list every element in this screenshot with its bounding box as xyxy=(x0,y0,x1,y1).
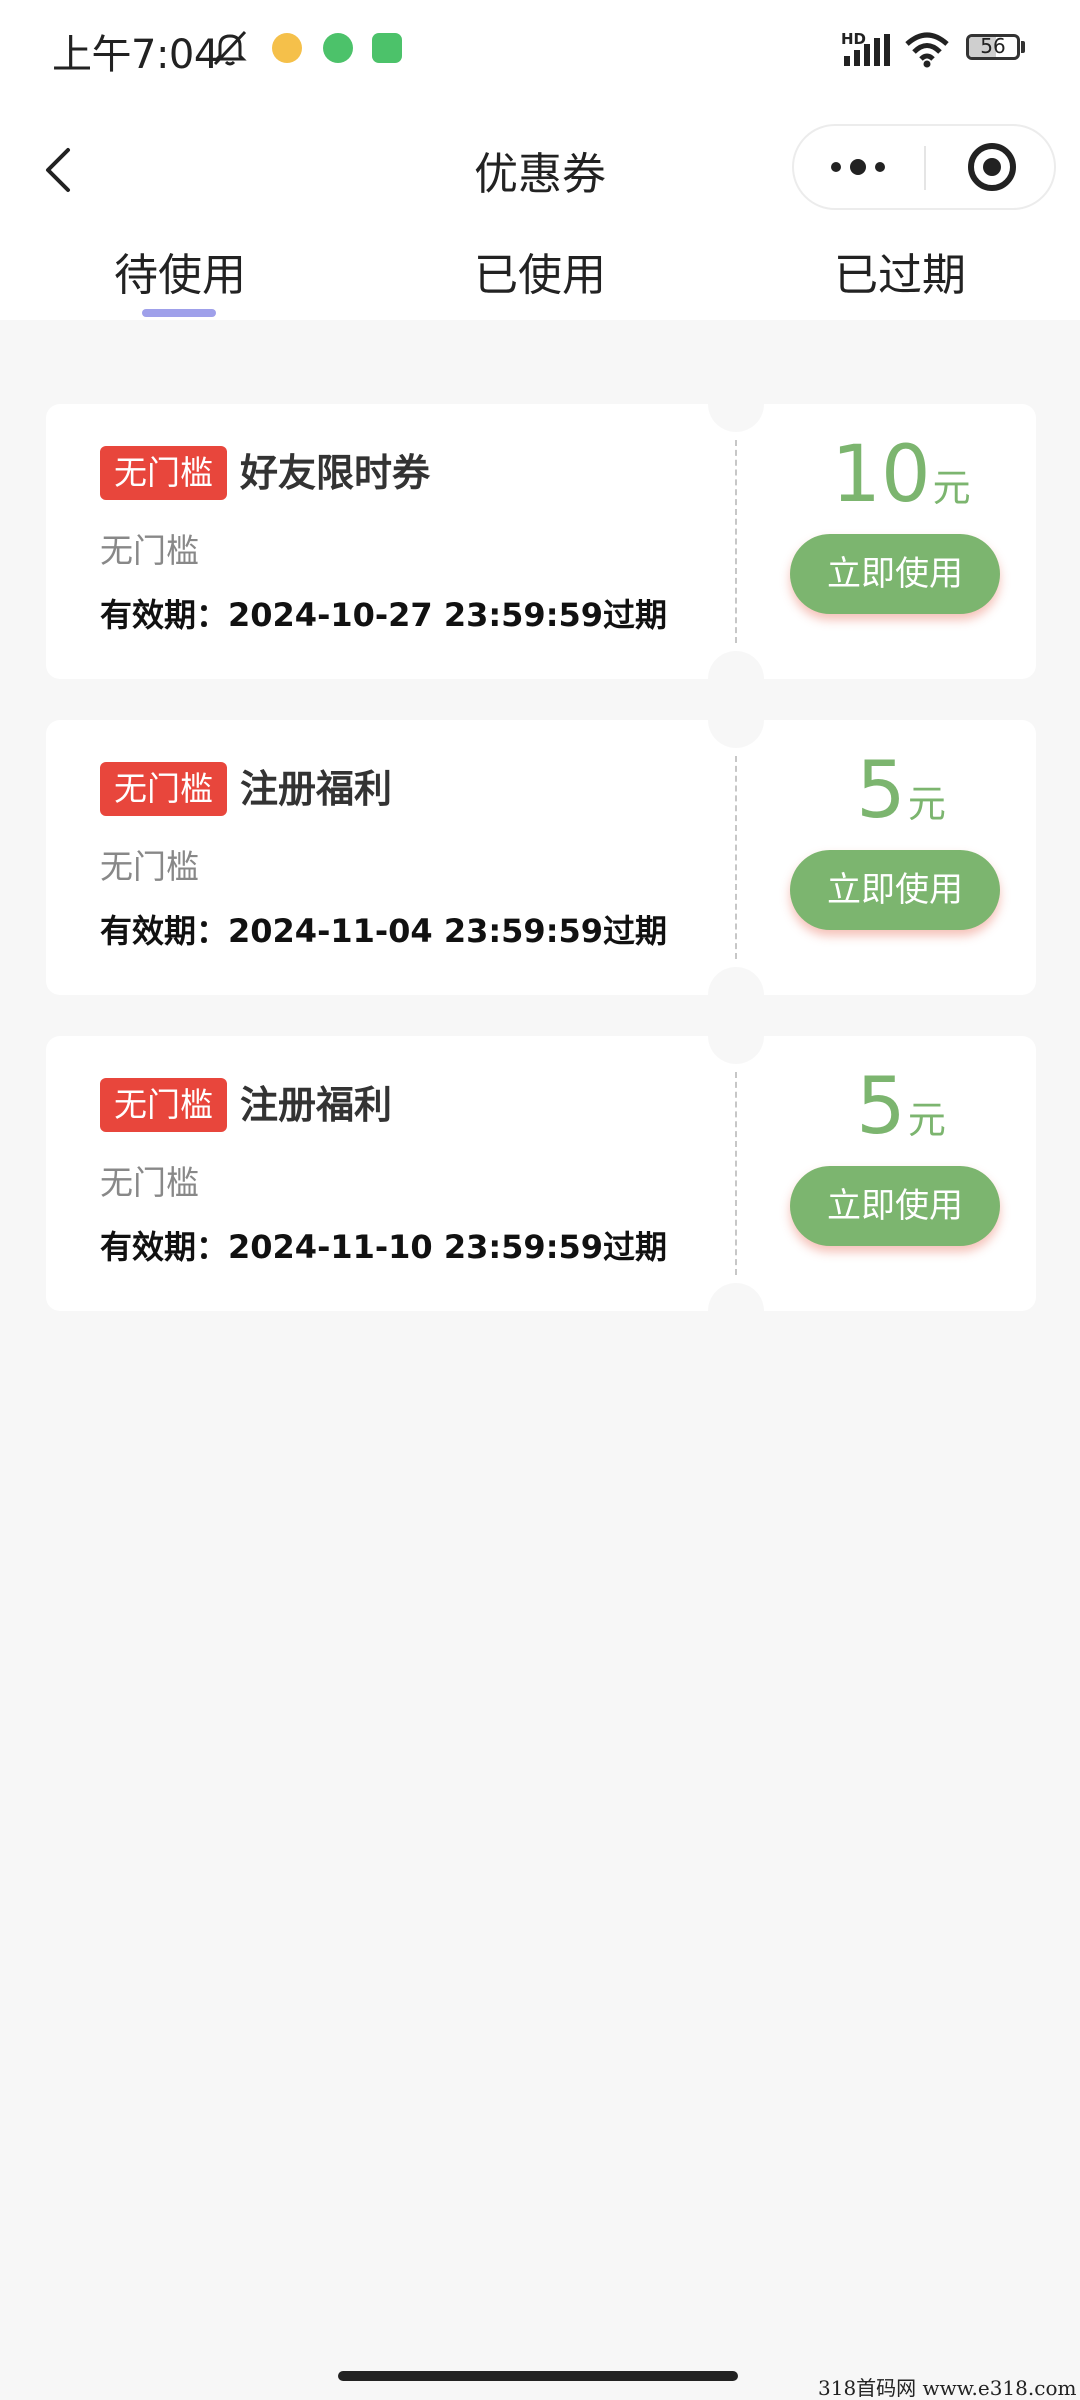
card-divider xyxy=(735,756,737,959)
battery-cap xyxy=(1021,41,1025,53)
coupon-condition: 无门槛 xyxy=(100,531,199,570)
use-now-button[interactable]: 立即使用 xyxy=(790,850,1000,930)
nav-bar: 优惠券 xyxy=(0,100,1080,235)
amount-value: 10 xyxy=(831,430,931,520)
tab-used[interactable]: 已使用 xyxy=(360,235,720,320)
coupon-card: 无门槛 注册福利 无门槛 有效期：2024-11-04 23:59:59过期 5… xyxy=(46,720,1036,995)
tab-active-indicator xyxy=(142,309,216,317)
coupon-tag: 无门槛 xyxy=(100,446,227,500)
status-time: 上午7:04 xyxy=(52,32,219,78)
tab-label: 已使用 xyxy=(474,250,606,301)
amount-unit: 元 xyxy=(907,1098,946,1142)
more-button[interactable] xyxy=(794,126,924,208)
coupon-expiry: 有效期：2024-10-27 23:59:59过期 xyxy=(100,596,668,634)
coupon-name: 注册福利 xyxy=(240,1083,393,1127)
coupon-name: 好友限时券 xyxy=(240,451,431,495)
use-now-button[interactable]: 立即使用 xyxy=(790,1166,1000,1246)
card-notch xyxy=(708,404,764,432)
card-notch xyxy=(708,720,764,748)
card-notch xyxy=(708,967,764,995)
notification-android-icon xyxy=(372,33,402,63)
home-indicator[interactable] xyxy=(338,2371,738,2381)
app-screen: 上午7:04 HD 56 优惠券 待使用 已使用 已过期 无门槛 好友限时券 无… xyxy=(0,0,1080,2400)
coupon-expiry: 有效期：2024-11-10 23:59:59过期 xyxy=(100,1228,668,1266)
coupon-condition: 无门槛 xyxy=(100,1163,199,1202)
battery-level: 56 xyxy=(980,34,1006,58)
card-notch xyxy=(708,1036,764,1064)
signal-icon xyxy=(844,34,890,66)
card-divider xyxy=(735,440,737,643)
card-divider xyxy=(735,1072,737,1275)
card-notch xyxy=(708,1283,764,1311)
coupon-expiry: 有效期：2024-11-04 23:59:59过期 xyxy=(100,912,668,950)
amount-value: 5 xyxy=(856,1062,906,1152)
amount-unit: 元 xyxy=(907,782,946,826)
coupon-tag: 无门槛 xyxy=(100,762,227,816)
close-mini-program-button[interactable] xyxy=(926,126,1056,208)
bell-mute-icon xyxy=(213,30,247,66)
coupon-amount: 5元 xyxy=(766,1064,1036,1150)
coupon-tabs: 待使用 已使用 已过期 xyxy=(0,235,1080,320)
tab-label: 待使用 xyxy=(114,250,246,301)
coupon-amount: 10元 xyxy=(766,432,1036,518)
coupon-condition: 无门槛 xyxy=(100,847,199,886)
coupon-tag: 无门槛 xyxy=(100,1078,227,1132)
coupon-name: 注册福利 xyxy=(240,767,393,811)
notification-chat-icon xyxy=(323,33,353,63)
more-dots-icon xyxy=(831,159,885,175)
status-bar: 上午7:04 HD 56 xyxy=(0,0,1080,100)
amount-value: 5 xyxy=(856,746,906,836)
target-circle-icon xyxy=(968,143,1016,191)
card-notch xyxy=(708,651,764,679)
coupon-amount: 5元 xyxy=(766,748,1036,834)
tab-pending[interactable]: 待使用 xyxy=(0,235,360,320)
tab-label: 已过期 xyxy=(834,250,966,301)
amount-unit: 元 xyxy=(932,466,971,510)
tab-expired[interactable]: 已过期 xyxy=(720,235,1080,320)
mini-program-capsule xyxy=(792,124,1056,210)
wifi-icon xyxy=(905,32,949,68)
watermark: 318首码网 www.e318.com xyxy=(818,2376,1077,2400)
coupon-card: 无门槛 注册福利 无门槛 有效期：2024-11-10 23:59:59过期 5… xyxy=(46,1036,1036,1311)
coupon-card: 无门槛 好友限时券 无门槛 有效期：2024-10-27 23:59:59过期 … xyxy=(46,404,1036,679)
notification-app-icon xyxy=(272,33,302,63)
use-now-button[interactable]: 立即使用 xyxy=(790,534,1000,614)
battery-icon: 56 xyxy=(966,34,1020,60)
